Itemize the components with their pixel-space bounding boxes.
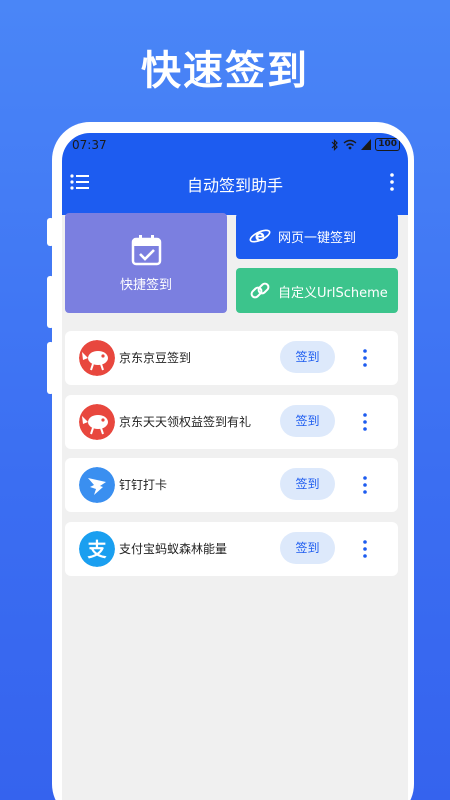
list-item[interactable]: 京东天天领权益签到有礼 签到 xyxy=(65,394,398,449)
quick-signin-tile[interactable]: 快捷签到 xyxy=(65,213,227,313)
wifi-icon xyxy=(343,139,357,150)
alipay-icon: 支 xyxy=(79,530,115,567)
alipay-glyph: 支 xyxy=(86,539,107,561)
status-time: 07:37 xyxy=(72,138,107,152)
app-screen: 07:37 100 自动签到助手 快捷签到 e 网页一键签到 自定义UrlSch… xyxy=(62,133,408,800)
list-item[interactable]: 钉钉打卡 签到 xyxy=(65,458,398,512)
status-bar: 07:37 100 xyxy=(72,138,400,154)
app-bar: 07:37 100 自动签到助手 xyxy=(62,133,408,215)
signin-button[interactable]: 签到 xyxy=(280,404,335,437)
battery-icon: 100 xyxy=(375,138,400,151)
signin-button[interactable]: 签到 xyxy=(280,531,335,564)
more-vertical-icon[interactable] xyxy=(362,475,368,495)
item-name: 京东京豆签到 xyxy=(119,351,192,365)
svg-text:e: e xyxy=(255,227,265,245)
quick-signin-label: 快捷签到 xyxy=(119,278,172,293)
browser-e-icon: e xyxy=(249,227,271,245)
web-signin-label: 网页一键签到 xyxy=(278,231,357,246)
app-title: 自动签到助手 xyxy=(186,176,283,195)
more-vertical-icon[interactable] xyxy=(362,348,368,368)
signin-list: 京东京豆签到 签到 京东天天领权益签到有礼 签到 钉钉打卡 签到 支 支付宝蚂蚁… xyxy=(65,331,398,585)
more-vertical-icon[interactable] xyxy=(362,539,368,559)
url-scheme-tile[interactable]: 自定义UrlScheme xyxy=(236,268,398,313)
list-item[interactable]: 京东京豆签到 签到 xyxy=(65,331,398,385)
dingtalk-icon xyxy=(79,467,115,503)
item-name: 钉钉打卡 xyxy=(119,478,168,492)
more-vertical-icon[interactable] xyxy=(390,173,394,191)
status-icons: 100 xyxy=(331,138,400,151)
bluetooth-icon xyxy=(331,138,339,151)
signin-button[interactable]: 签到 xyxy=(280,341,335,373)
jd-joy-icon xyxy=(79,340,115,376)
url-scheme-label: 自定义UrlScheme xyxy=(278,286,388,301)
item-name: 京东天天领权益签到有礼 xyxy=(119,414,252,429)
item-name: 支付宝蚂蚁森林能量 xyxy=(119,541,228,556)
signal-icon xyxy=(361,139,372,150)
link-icon xyxy=(250,282,270,299)
jd-joy-icon xyxy=(79,403,115,440)
calendar-check-icon xyxy=(131,235,162,266)
promo-title: 快速签到 xyxy=(141,48,309,94)
more-vertical-icon[interactable] xyxy=(362,412,368,432)
web-signin-tile[interactable]: e 网页一键签到 xyxy=(236,213,398,259)
signin-button[interactable]: 签到 xyxy=(280,468,335,500)
list-item[interactable]: 支 支付宝蚂蚁森林能量 签到 xyxy=(65,521,398,576)
action-tiles: 快捷签到 e 网页一键签到 自定义UrlScheme xyxy=(65,213,398,313)
